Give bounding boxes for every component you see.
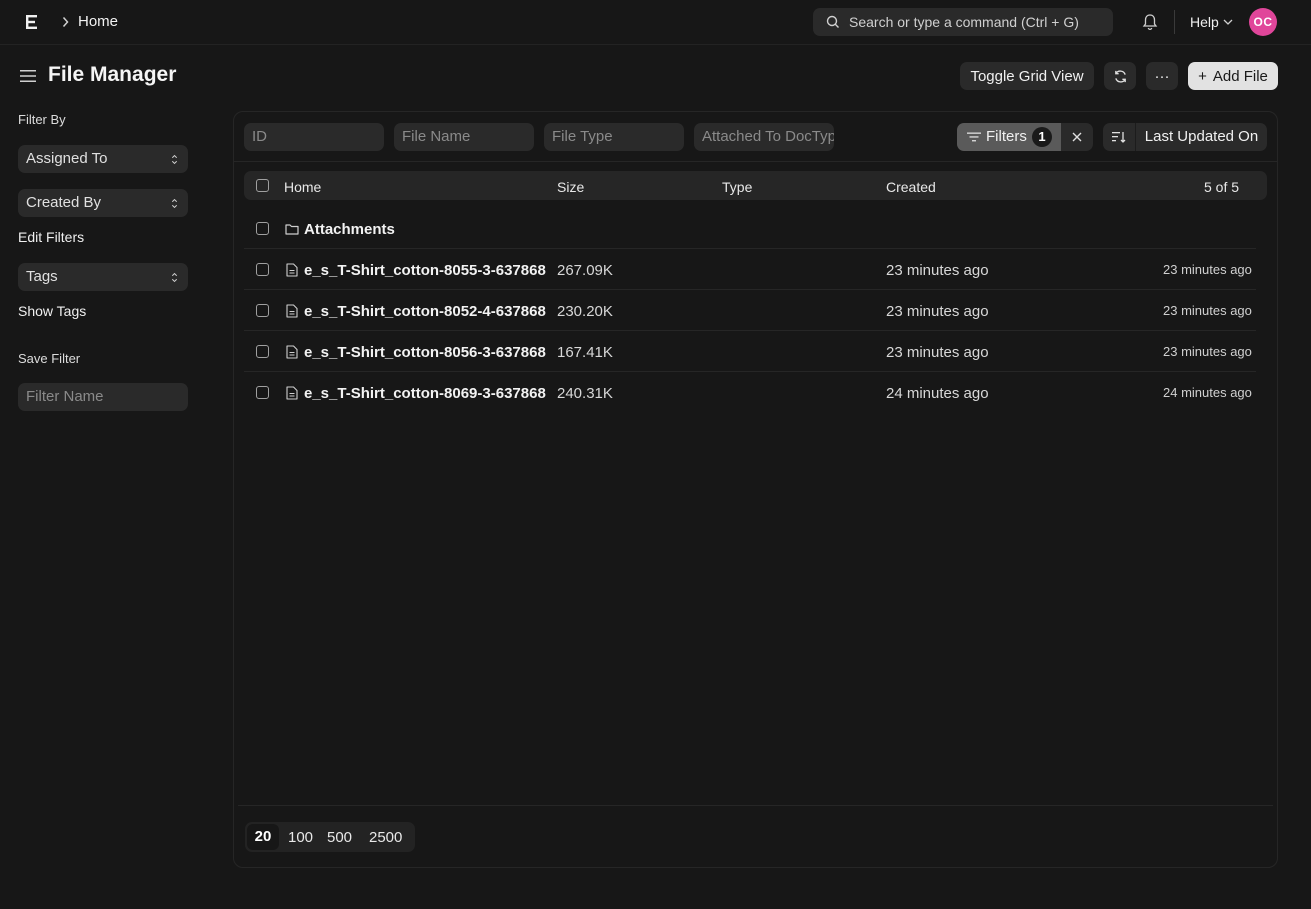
filter-lines-icon	[967, 132, 981, 142]
column-header-size: Size	[557, 179, 585, 195]
page-length-20[interactable]: 20	[247, 824, 279, 850]
add-file-label: Add File	[1212, 67, 1268, 85]
breadcrumb-home[interactable]: Home	[78, 13, 118, 30]
column-header-type: Type	[722, 179, 753, 195]
page-length-500[interactable]: 500	[327, 829, 352, 846]
refresh-icon	[1114, 69, 1126, 83]
tags-select[interactable]: Tags	[18, 263, 188, 291]
search-icon	[826, 15, 839, 28]
edit-filters-link[interactable]: Edit Filters	[18, 229, 84, 245]
notification-bell-icon[interactable]	[1142, 13, 1158, 31]
user-avatar[interactable]: OC	[1249, 8, 1277, 36]
file-modified: 23 minutes ago	[1163, 303, 1252, 318]
file-created: 24 minutes ago	[886, 385, 989, 402]
sort-field-button[interactable]: Last Updated On	[1136, 123, 1267, 151]
show-tags-link[interactable]: Show Tags	[18, 303, 86, 319]
file-name[interactable]: e_s_T-Shirt_cotton-8069-3-637868	[304, 385, 546, 402]
table-header	[244, 171, 1267, 200]
row-checkbox[interactable]	[256, 386, 269, 399]
folder-icon	[285, 224, 299, 235]
page-length-selector: 20 100 500 2500	[245, 822, 415, 852]
record-count: 5 of 5	[1204, 179, 1240, 195]
file-icon	[286, 304, 298, 318]
file-name-filter-input[interactable]: File Name	[394, 123, 534, 151]
search-bar[interactable]: Search or type a command (Ctrl + G)	[813, 8, 1113, 36]
assigned-to-select[interactable]: Assigned To	[18, 145, 188, 173]
select-arrows-icon	[171, 198, 178, 209]
plus-icon: +	[1198, 67, 1207, 85]
filter-name-input[interactable]: Filter Name	[18, 383, 188, 411]
save-filter-label: Save Filter	[18, 351, 81, 366]
file-modified: 23 minutes ago	[1163, 344, 1252, 359]
id-filter-input[interactable]: ID	[244, 123, 384, 151]
clear-filters-button[interactable]	[1061, 123, 1093, 151]
file-size: 240.31K	[557, 385, 613, 402]
column-header-created: Created	[886, 179, 936, 195]
tags-label: Tags	[26, 268, 58, 285]
filter-bar-divider	[234, 161, 1277, 162]
select-arrows-icon	[171, 272, 178, 283]
row-checkbox[interactable]	[256, 263, 269, 276]
toggle-grid-view-button[interactable]: Toggle Grid View	[960, 62, 1094, 90]
assigned-to-label: Assigned To	[26, 150, 108, 167]
sidebar-toggle-icon[interactable]	[20, 69, 36, 83]
file-type-filter-input[interactable]: File Type	[544, 123, 684, 151]
filters-count-badge: 1	[1032, 127, 1052, 147]
more-actions-button[interactable]: ···	[1146, 62, 1178, 90]
sort-direction-button[interactable]	[1103, 123, 1135, 151]
breadcrumb-chevron-icon	[62, 17, 69, 27]
file-name[interactable]: e_s_T-Shirt_cotton-8055-3-637868	[304, 262, 546, 279]
attached-to-doctype-filter-input[interactable]: Attached To DocType	[694, 123, 834, 151]
help-menu[interactable]: Help	[1190, 14, 1219, 30]
table-row[interactable]	[244, 208, 1256, 249]
chevron-down-icon[interactable]	[1223, 19, 1233, 25]
search-placeholder: Search or type a command (Ctrl + G)	[849, 14, 1079, 30]
file-name[interactable]: Attachments	[304, 221, 395, 238]
navbar-divider	[1174, 10, 1175, 34]
filters-button[interactable]: Filters 1	[957, 123, 1061, 151]
filter-by-label: Filter By	[18, 112, 66, 127]
page-title: File Manager	[48, 63, 177, 86]
refresh-button[interactable]	[1104, 62, 1136, 90]
file-created: 23 minutes ago	[886, 262, 989, 279]
page-length-2500[interactable]: 2500	[369, 829, 402, 846]
sort-descending-icon	[1112, 132, 1126, 143]
select-all-checkbox[interactable]	[256, 179, 269, 192]
close-icon	[1072, 132, 1082, 142]
file-size: 167.41K	[557, 344, 613, 361]
created-by-label: Created By	[26, 194, 102, 211]
file-size: 267.09K	[557, 262, 613, 279]
row-checkbox[interactable]	[256, 345, 269, 358]
file-icon	[286, 345, 298, 359]
filters-label: Filters	[986, 128, 1027, 145]
row-checkbox[interactable]	[256, 222, 269, 235]
app-logo-icon[interactable]	[25, 13, 39, 31]
file-icon	[286, 263, 298, 277]
created-by-select[interactable]: Created By	[18, 189, 188, 217]
file-name[interactable]: e_s_T-Shirt_cotton-8056-3-637868	[304, 344, 546, 361]
row-checkbox[interactable]	[256, 304, 269, 317]
file-name[interactable]: e_s_T-Shirt_cotton-8052-4-637868	[304, 303, 546, 320]
column-header-name[interactable]: Home	[284, 179, 321, 195]
file-icon	[286, 386, 298, 400]
page-length-100[interactable]: 100	[288, 829, 313, 846]
file-created: 23 minutes ago	[886, 303, 989, 320]
add-file-button[interactable]: + Add File	[1188, 62, 1278, 90]
file-created: 23 minutes ago	[886, 344, 989, 361]
footer-divider	[238, 805, 1273, 806]
top-navbar: Home Search or type a command (Ctrl + G)…	[0, 0, 1311, 45]
select-arrows-icon	[171, 154, 178, 165]
file-modified: 24 minutes ago	[1163, 385, 1252, 400]
file-modified: 23 minutes ago	[1163, 262, 1252, 277]
file-size: 230.20K	[557, 303, 613, 320]
